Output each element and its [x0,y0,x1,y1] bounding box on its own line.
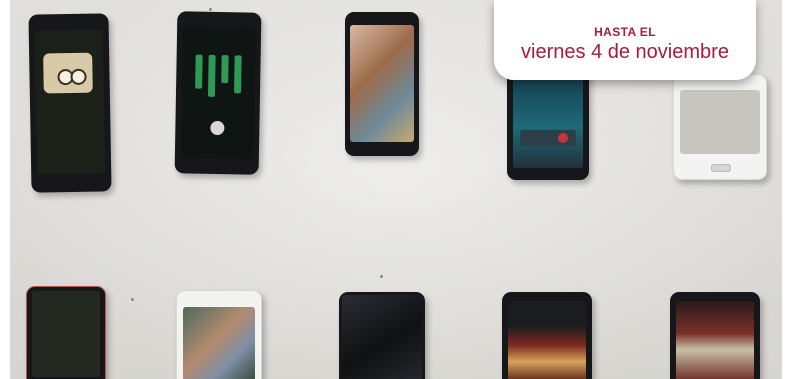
phone-screen [182,307,256,379]
phone-red-artwork [670,292,760,379]
phone-screen [512,67,584,168]
wall-nail [209,8,212,11]
right-margin [782,0,792,379]
phone-music-player [174,11,262,175]
phone-white-galaxy [673,74,767,180]
phone-screen [342,295,422,379]
phone-screen [680,89,760,155]
badge-kicker: HASTA EL [594,25,656,39]
phone-screen [180,25,256,159]
phone-screen [32,291,100,377]
phone-screen [350,24,414,142]
audio-visualizer [194,55,242,98]
phone-screen [34,29,106,175]
call-controls [519,129,577,146]
phone-screen [676,301,754,379]
badge-date: viernes 4 de noviembre [521,41,729,63]
date-badge: HASTA EL viernes 4 de noviembre [494,0,756,80]
exhibition-photo: HASTA EL viernes 4 de noviembre [0,0,792,379]
phone-cat-painting [345,12,419,156]
phone-blank-screen [339,292,425,379]
phone-bread-illustration [28,13,112,193]
phone-mecha-art [502,292,592,379]
phone-screen [508,301,586,379]
phone-dark-left [26,286,106,379]
play-icon [210,120,225,136]
wall-nail [380,275,383,278]
bread-character [42,52,94,94]
wall-nail [131,298,134,301]
home-button-icon [710,163,732,172]
phone-samsung-couple-painting [176,290,262,379]
